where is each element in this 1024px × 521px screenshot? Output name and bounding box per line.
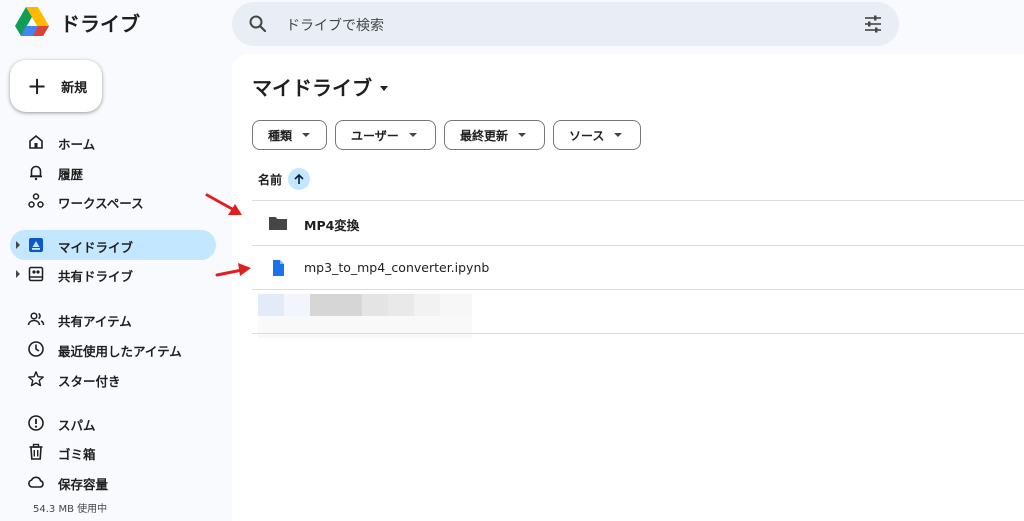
search-bar[interactable]: ドライブで検索	[232, 2, 899, 46]
my-drive-title-menu[interactable]: マイドライブ	[252, 72, 388, 101]
divider	[252, 333, 1024, 334]
sidebar-item-label: ワークスペース	[58, 196, 144, 211]
sort-ascending-button[interactable]	[288, 168, 311, 190]
arrow-up-icon	[294, 173, 304, 184]
sidebar-item-label: スター付き	[58, 374, 121, 389]
sidebar-item-label: ホーム	[58, 137, 96, 152]
new-button[interactable]: + 新規	[10, 60, 102, 112]
sidebar-item-label: 共有ドライブ	[58, 269, 134, 284]
search-input[interactable]: ドライブで検索	[286, 15, 384, 35]
main-panel: マイドライブ 種類 ユーザー 最終更新 ソース 名前 MP4変換 mp3_to_…	[232, 54, 1024, 521]
filter-chip-label: ユーザー	[351, 128, 399, 143]
file-name: mp3_to_mp4_converter.ipynb	[304, 260, 490, 275]
sidebar-item-recent[interactable]: 最近使用したアイテム	[10, 334, 216, 364]
sidebar-item-label: 履歴	[58, 167, 84, 182]
filter-chip-type[interactable]: 種類	[252, 120, 327, 150]
sidebar-item-label: ゴミ箱	[58, 447, 96, 462]
sidebar-item-label: 最近使用したアイテム	[58, 344, 182, 359]
bell-icon	[30, 165, 42, 181]
sidebar-item-starred[interactable]: スター付き	[10, 364, 216, 394]
chevron-down-icon	[408, 133, 417, 137]
drive-logo[interactable]: ドライブ	[14, 6, 140, 38]
cloud-icon	[28, 476, 44, 488]
filter-chip-label: 種類	[268, 128, 293, 143]
filter-chip-user[interactable]: ユーザー	[335, 120, 436, 150]
storage-usage-text: 54.3 MB 使用中	[33, 504, 108, 515]
filter-chip-label: ソース	[569, 128, 605, 143]
filter-chip-modified[interactable]: 最終更新	[444, 120, 545, 150]
annotation-arrow-icon	[215, 263, 251, 277]
spam-icon	[28, 415, 44, 431]
workspaces-icon	[28, 193, 44, 208]
sidebar-item-storage[interactable]: 保存容量	[10, 467, 216, 497]
google-drive-logo-icon	[15, 7, 49, 36]
sidebar-item-label: スパム	[58, 418, 96, 433]
chevron-down-icon	[614, 133, 623, 137]
chevron-down-icon	[380, 85, 388, 91]
filter-chip-source[interactable]: ソース	[553, 120, 641, 150]
divider	[252, 289, 1024, 290]
filter-chip-label: 最終更新	[460, 128, 509, 143]
expand-caret-icon[interactable]	[16, 270, 20, 278]
sidebar-item-label: 共有アイテム	[58, 314, 132, 329]
sidebar-item-workspaces[interactable]: ワークスペース	[10, 186, 216, 216]
new-button-label: 新規	[61, 80, 88, 96]
column-header-name: 名前	[258, 172, 283, 187]
app-title: ドライブ	[60, 11, 140, 36]
file-row-folder[interactable]: MP4変換	[252, 201, 1024, 245]
sidebar-item-shared-with-me[interactable]: 共有アイテム	[10, 304, 216, 334]
search-icon[interactable]	[248, 14, 268, 34]
sidebar-item-history[interactable]: 履歴	[10, 157, 216, 187]
folder-icon	[269, 217, 287, 230]
sidebar-item-shared-drives[interactable]: 共有ドライブ	[10, 259, 216, 289]
sidebar-item-label: 保存容量	[58, 477, 109, 492]
file-name: MP4変換	[304, 218, 360, 233]
people-icon	[27, 312, 45, 326]
name-column-header[interactable]: 名前	[258, 168, 311, 190]
clock-icon	[28, 341, 44, 357]
star-icon	[28, 371, 44, 387]
my-drive-icon	[29, 238, 43, 252]
sidebar-item-home[interactable]: ホーム	[10, 127, 216, 157]
expand-caret-icon[interactable]	[16, 241, 20, 249]
search-options-icon[interactable]	[863, 15, 883, 33]
sidebar-item-trash[interactable]: ゴミ箱	[10, 437, 216, 467]
sidebar-item-spam[interactable]: スパム	[10, 408, 216, 438]
document-file-icon	[273, 260, 284, 276]
sidebar-item-my-drive[interactable]: マイドライブ	[10, 230, 216, 260]
page-title: マイドライブ	[252, 76, 372, 100]
file-row-notebook[interactable]: mp3_to_mp4_converter.ipynb	[252, 246, 1024, 290]
chevron-down-icon	[518, 133, 527, 137]
trash-icon	[29, 443, 43, 460]
sidebar-item-label: マイドライブ	[58, 240, 134, 255]
chevron-down-icon	[302, 133, 311, 137]
annotation-arrow-icon	[205, 193, 242, 215]
plus-icon: +	[27, 72, 48, 100]
shared-drives-icon	[28, 266, 44, 282]
home-icon	[29, 134, 43, 149]
